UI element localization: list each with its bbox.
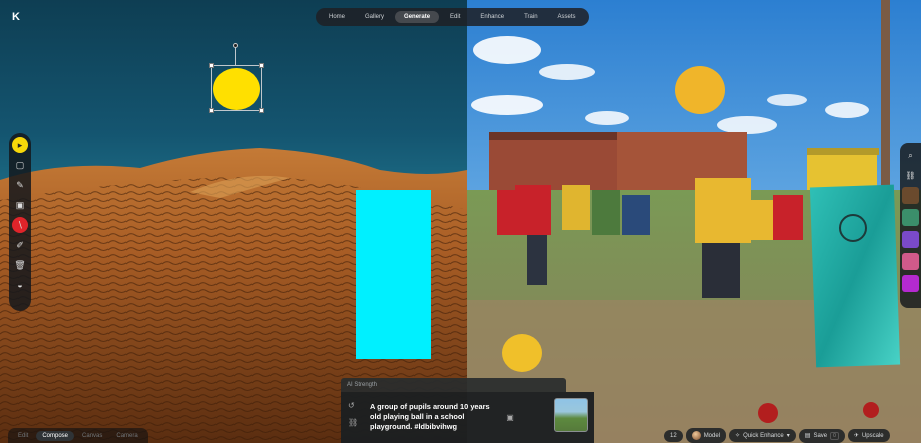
prompt-body: ↺ ⛓ A group of pupils around 10 years ol… (341, 392, 594, 443)
upscale-icon: ✈ (853, 433, 859, 439)
selection-box[interactable] (209, 43, 264, 113)
nav-train[interactable]: Train (515, 11, 546, 23)
right-icon-strip: ⌕ ⛓ (900, 143, 921, 308)
nav-home[interactable]: Home (320, 11, 354, 23)
mode-bar: Edit Compose Canvas Camera (8, 428, 148, 443)
mode-camera[interactable]: Camera (110, 431, 143, 441)
prompt-panel: AI Strength ↺ ⛓ A group of pupils around… (341, 378, 594, 443)
prompt-actions: ↺ ⛓ (348, 401, 358, 427)
model-button[interactable]: Model (685, 428, 727, 443)
save-label: Save (813, 432, 828, 439)
ai-strength-slider[interactable]: AI Strength (341, 378, 566, 392)
link-icon[interactable]: ⛓ (904, 168, 918, 182)
generation-bar: 12 Model ✧ Quick Enhance ▾ ▤ Save 0 ✈ Upscale (664, 428, 890, 443)
count-badge[interactable]: 12 (664, 429, 683, 442)
square-icon[interactable]: ▢ (12, 157, 28, 173)
nav-edit[interactable]: Edit (441, 11, 469, 23)
rotate-handle[interactable] (233, 43, 238, 48)
image-icon[interactable]: ▣ (12, 197, 28, 213)
generated-image[interactable] (467, 0, 921, 443)
ai-strength-label: AI Strength (347, 382, 378, 388)
quick-enhance-label: Quick Enhance (743, 432, 784, 439)
rotate-line (235, 46, 236, 66)
app-root: K ▸ ▢ ✎ ▣ ∖ ✐ 🗑 ◒ ⌕ ⛓ Home Gallery Gener… (0, 0, 921, 443)
search-icon[interactable]: ⌕ (904, 149, 918, 163)
nav-assets[interactable]: Assets (549, 11, 585, 23)
mode-edit[interactable]: Edit (12, 431, 34, 441)
canvas-area[interactable] (0, 0, 467, 443)
style-thumb[interactable] (902, 187, 919, 204)
save-button[interactable]: ▤ Save 0 (798, 428, 845, 443)
model-avatar (691, 431, 701, 440)
mode-compose[interactable]: Compose (36, 430, 75, 441)
style-thumb[interactable] (902, 231, 919, 248)
save-count: 0 (830, 431, 839, 440)
nav-enhance[interactable]: Enhance (471, 11, 513, 23)
tool-palette: ▸ ▢ ✎ ▣ ∖ ✐ 🗑 ◒ (9, 133, 31, 311)
cyan-rectangle-shape[interactable] (356, 190, 431, 359)
upscale-label: Upscale (861, 432, 884, 439)
trash-icon[interactable]: 🗑 (12, 257, 28, 273)
resize-handle-tr[interactable] (259, 63, 264, 68)
prompt-text[interactable]: A group of pupils around 10 years old pl… (370, 402, 495, 432)
enhance-icon: ✧ (735, 433, 741, 439)
nav-gallery[interactable]: Gallery (356, 11, 393, 23)
mask-icon[interactable]: ◒ (12, 277, 28, 293)
result-thumbnail[interactable] (554, 398, 588, 432)
style-thumb[interactable] (902, 275, 919, 292)
resize-handle-bl[interactable] (209, 108, 214, 113)
style-thumb[interactable] (902, 209, 919, 226)
link-icon[interactable]: ⛓ (348, 418, 358, 427)
save-icon: ▤ (804, 433, 811, 439)
resize-handle-tl[interactable] (209, 63, 214, 68)
undo-icon[interactable]: ↺ (348, 401, 358, 410)
image-reference-icon[interactable]: ▣ (503, 410, 517, 424)
nav-generate[interactable]: Generate (395, 11, 440, 23)
resize-handle-br[interactable] (259, 108, 264, 113)
brush-icon[interactable]: ✐ (12, 237, 28, 253)
count-value: 12 (670, 432, 677, 439)
eraser-icon[interactable]: ∖ (12, 217, 28, 233)
playground-scene (467, 0, 921, 443)
model-label: Model (703, 432, 721, 439)
app-logo[interactable]: K (12, 11, 20, 23)
upscale-button[interactable]: ✈ Upscale (847, 429, 890, 442)
mode-canvas[interactable]: Canvas (76, 431, 108, 441)
cursor-icon[interactable]: ▸ (12, 137, 28, 153)
top-nav: Home Gallery Generate Edit Enhance Train… (316, 8, 589, 26)
style-thumb[interactable] (902, 253, 919, 270)
quick-enhance-button[interactable]: ✧ Quick Enhance ▾ (729, 429, 796, 442)
chevron-down-icon: ▾ (786, 433, 790, 439)
pen-icon[interactable]: ✎ (12, 177, 28, 193)
